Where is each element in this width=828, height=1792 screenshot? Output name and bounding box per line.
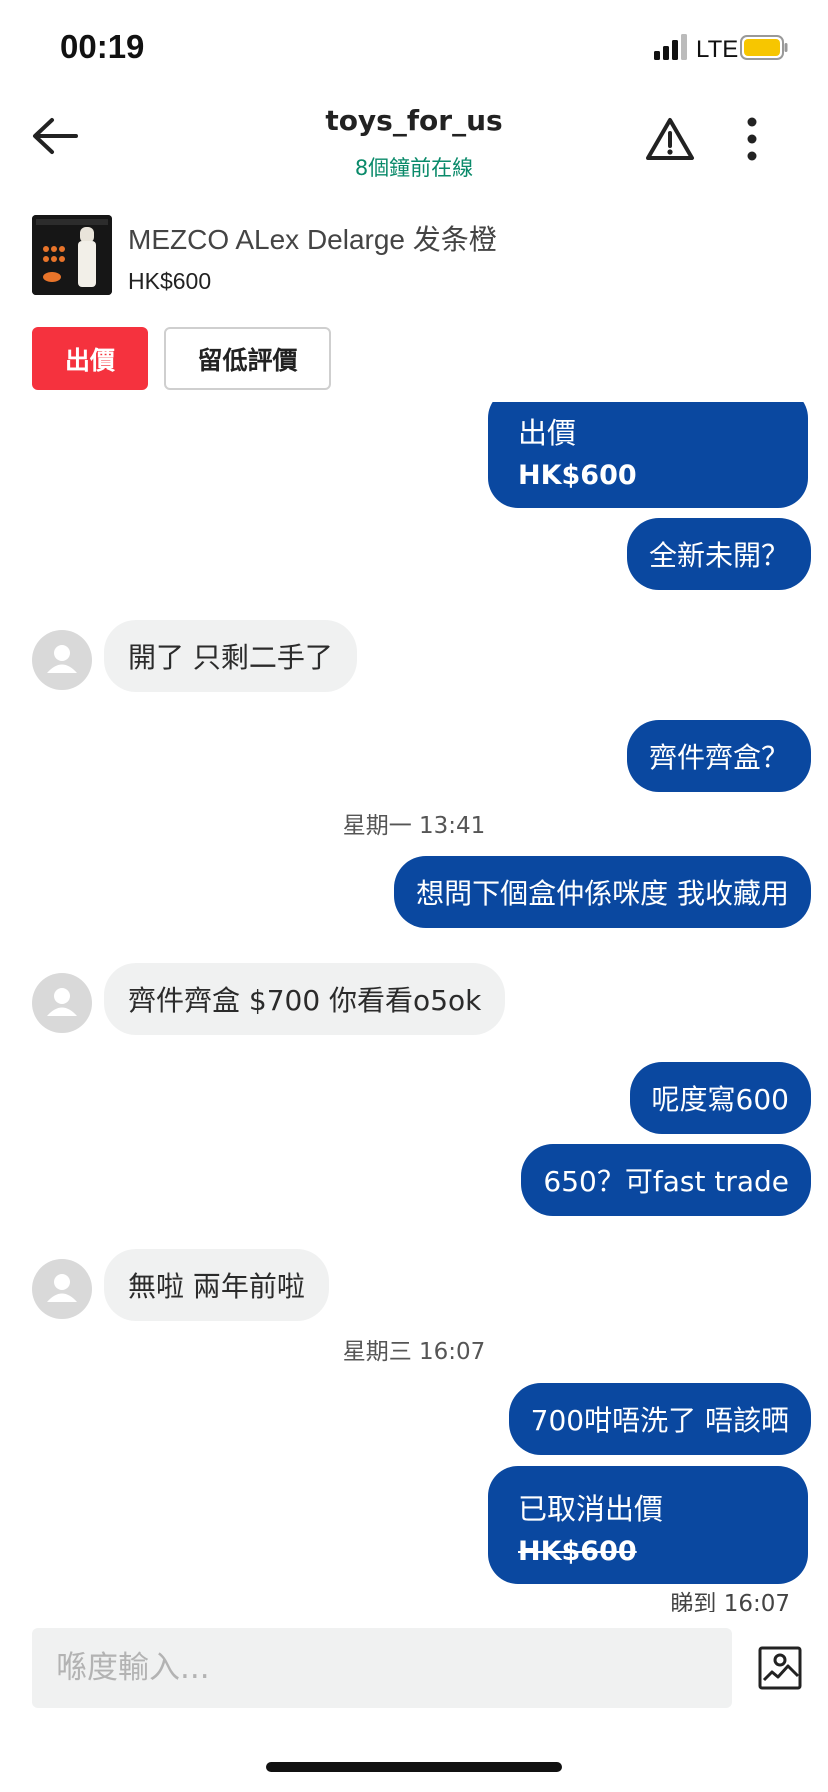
cancelled-offer-card: 已取消出價 HK$600 [488, 1466, 808, 1584]
status-time: 00:19 [60, 28, 145, 65]
leave-review-button[interactable]: 留低評價 [164, 327, 331, 390]
report-warning-icon[interactable] [645, 116, 695, 162]
avatar [32, 1259, 92, 1319]
product-price: HK$600 [128, 268, 212, 294]
message-outgoing: 呢度寫600 [629, 1062, 811, 1134]
chat-messages[interactable]: 出價 HK$600 全新未開？ 開了 只剩二手了 齊件齊盒？ 星期一 13:41… [0, 402, 828, 1612]
message-incoming: 無啦 兩年前啦 [104, 1249, 329, 1321]
offer-label: 已取消出價 [518, 1492, 664, 1526]
offer-label: 出價 [518, 416, 577, 450]
make-offer-button[interactable]: 出價 [32, 327, 148, 390]
message-outgoing: 想問下個盒仲係咪度 我收藏用 [394, 856, 811, 928]
offer-card: 出價 HK$600 [488, 402, 808, 508]
offer-amount: HK$600 [518, 460, 637, 491]
message-outgoing: 700咁唔洗了 唔該晒 [508, 1383, 811, 1455]
cell-signal-icon [654, 34, 687, 60]
offer-amount: HK$600 [518, 1536, 637, 1567]
message-outgoing: 650？可fast trade [521, 1144, 811, 1216]
product-name[interactable]: MEZCO ALex Delarge 发条橙 [128, 218, 497, 258]
product-thumbnail[interactable] [32, 215, 112, 295]
avatar [32, 973, 92, 1033]
read-receipt: 睇到 16:07 [670, 1591, 790, 1612]
message-incoming: 開了 只剩二手了 [104, 620, 357, 692]
more-options-icon[interactable] [745, 116, 759, 162]
avatar [32, 630, 92, 690]
battery-icon [740, 35, 788, 60]
message-outgoing: 齊件齊盒？ [626, 720, 811, 792]
message-outgoing: 全新未開？ [626, 518, 811, 590]
message-incoming: 齊件齊盒 $700 你看看o5ok [104, 963, 506, 1035]
network-type: LTE [696, 36, 739, 63]
photo-upload-icon[interactable] [758, 1646, 802, 1690]
message-input[interactable] [32, 1628, 732, 1708]
chat-title[interactable]: toys_for_us [0, 104, 828, 137]
online-status: 8個鐘前在線 [354, 156, 474, 180]
home-indicator[interactable] [266, 1762, 562, 1772]
timestamp: 星期一 13:41 [342, 813, 486, 839]
timestamp: 星期三 16:07 [342, 1339, 486, 1365]
